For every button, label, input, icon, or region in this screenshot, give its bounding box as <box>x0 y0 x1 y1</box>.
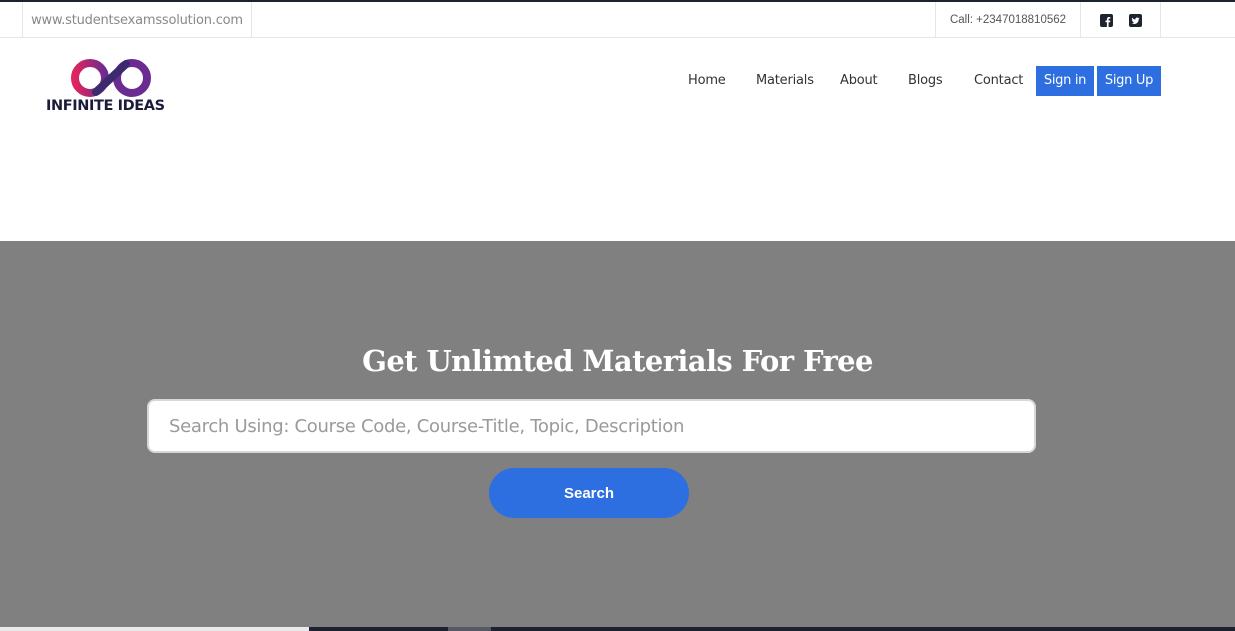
logo-text: INFINITE IDEAS <box>46 98 165 114</box>
site-logo[interactable]: INFINITE IDEAS <box>46 58 181 122</box>
infinity-logo-mark <box>71 59 151 97</box>
nav-home[interactable]: Home <box>688 65 726 96</box>
phone-number: Call: +2347018810562 <box>935 2 1081 38</box>
sign-in-button[interactable]: Sign in <box>1036 66 1094 96</box>
facebook-square-icon[interactable] <box>1099 13 1113 27</box>
hero-title: Get Unlimted Materials For Free <box>362 344 873 378</box>
social-links <box>1081 2 1161 38</box>
nav-about[interactable]: About <box>840 65 878 96</box>
nav-contact[interactable]: Contact <box>974 65 1023 96</box>
bottom-edge-segment <box>448 627 491 631</box>
top-bar: www.studentsexamssolution.com Call: +234… <box>0 2 1235 38</box>
hero-section: Get Unlimted Materials For Free Search <box>0 241 1235 631</box>
site-url-link[interactable]: www.studentsexamssolution.com <box>22 2 252 38</box>
bottom-edge <box>0 627 1235 631</box>
nav-blogs[interactable]: Blogs <box>908 65 943 96</box>
sign-up-button[interactable]: Sign Up <box>1097 66 1161 96</box>
twitter-square-icon[interactable] <box>1128 13 1142 27</box>
bottom-edge-segment <box>0 627 309 631</box>
search-button[interactable]: Search <box>489 468 689 518</box>
nav-materials[interactable]: Materials <box>756 65 814 96</box>
search-input[interactable] <box>147 399 1036 453</box>
